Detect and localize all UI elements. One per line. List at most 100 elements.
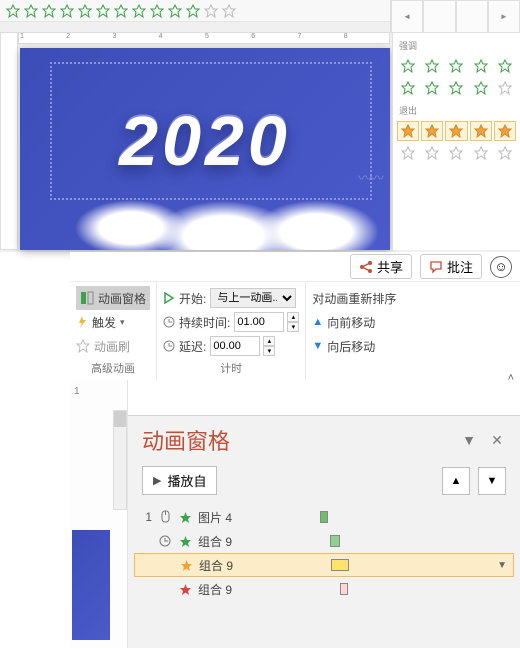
spin-up[interactable]: ▴	[263, 336, 275, 346]
effect-star-icon	[178, 535, 192, 548]
duration-input[interactable]	[234, 312, 284, 332]
effect-icon[interactable]	[6, 4, 20, 18]
gallery-tab[interactable]	[423, 0, 455, 33]
item-name: 组合 9	[198, 533, 232, 550]
effect-icon[interactable]	[114, 4, 128, 18]
comment-label: 批注	[447, 257, 473, 276]
play-icon	[163, 292, 175, 304]
ribbon-groups: 动画窗格 触发 ▾ 动画刷 高级动画 开始: 与上一动画...	[70, 282, 520, 384]
gallery-prev[interactable]: ◄	[391, 0, 423, 33]
play-from-button[interactable]: ▶ 播放自	[142, 466, 217, 495]
animation-item[interactable]: 组合 9	[134, 577, 514, 601]
effect-thumb[interactable]	[397, 78, 419, 98]
move-later-button[interactable]: ▼ 向后移动	[312, 334, 514, 358]
effect-thumb[interactable]	[421, 78, 443, 98]
pane-menu-icon[interactable]: ▼	[460, 431, 478, 449]
slide-thumbnail[interactable]	[72, 530, 110, 640]
item-name: 组合 9	[198, 581, 232, 598]
slide-canvas[interactable]: 2020 〰〰	[20, 48, 390, 250]
effect-thumb[interactable]	[494, 56, 516, 76]
animation-painter-button[interactable]: 动画刷	[76, 334, 150, 358]
animation-item[interactable]: 1图片 4	[134, 505, 514, 529]
spin-down[interactable]: ▾	[287, 322, 299, 332]
scrollbar-thumb[interactable]	[114, 411, 126, 427]
timing-bar[interactable]	[331, 559, 349, 571]
animation-item[interactable]: 组合 9▼	[134, 553, 514, 577]
share-bar: 共享 批注 ☺	[70, 252, 520, 282]
effect-thumb[interactable]	[470, 143, 492, 163]
slide-zigzag-decoration: 〰〰	[358, 168, 382, 188]
animation-pane-button[interactable]: 动画窗格	[76, 286, 150, 310]
effect-icon[interactable]	[186, 4, 200, 18]
clock-icon	[163, 340, 175, 352]
timing-bar[interactable]	[340, 583, 348, 595]
duration-label: 持续时间:	[179, 314, 230, 331]
effect-thumb[interactable]	[494, 143, 516, 163]
effect-star-icon	[178, 583, 192, 596]
move-down-button[interactable]: ▼	[478, 467, 506, 495]
effect-thumb[interactable]	[470, 56, 492, 76]
effect-icon[interactable]	[204, 4, 218, 18]
item-number: 1	[140, 510, 152, 524]
delay-label: 延迟:	[179, 338, 206, 355]
editor-top: ◄ ► 12345678 2020 〰〰 强调 退出	[0, 0, 520, 252]
close-icon[interactable]: ✕	[488, 431, 506, 449]
start-label: 开始:	[179, 290, 206, 307]
animation-list: 1图片 4 组合 9 组合 9▼ 组合 9	[128, 505, 520, 601]
trigger-button[interactable]: 触发 ▾	[76, 310, 150, 334]
effect-thumb[interactable]	[445, 56, 467, 76]
move-up-button[interactable]: ▲	[442, 467, 470, 495]
effect-star-icon	[178, 511, 192, 524]
clock-icon	[158, 535, 172, 547]
effect-thumb[interactable]	[397, 143, 419, 163]
play-label: 播放自	[167, 471, 206, 490]
gallery-nav: ◄ ►	[390, 0, 520, 33]
feedback-icon[interactable]: ☺	[490, 256, 512, 278]
animation-pane: 动画窗格 ▼ ✕ ▶ 播放自 ▲ ▼ 1图片 4组合 9组合 9▼组合 9	[128, 380, 520, 648]
effect-thumb[interactable]	[445, 121, 467, 141]
effect-thumb[interactable]	[445, 78, 467, 98]
effect-thumb[interactable]	[421, 143, 443, 163]
effect-icon[interactable]	[168, 4, 182, 18]
effects-side-panel: 强调 退出	[392, 33, 520, 250]
effect-icon[interactable]	[150, 4, 164, 18]
move-earlier-button[interactable]: ▲ 向前移动	[312, 310, 514, 334]
effect-thumb[interactable]	[397, 56, 419, 76]
effect-icon[interactable]	[24, 4, 38, 18]
effect-thumb[interactable]	[494, 78, 516, 98]
gallery-tab[interactable]	[456, 0, 488, 33]
effect-thumb[interactable]	[397, 121, 419, 141]
effect-icon[interactable]	[132, 4, 146, 18]
group-label: 高级动画	[76, 358, 150, 380]
slide-thumbnail-strip: 1	[70, 380, 128, 648]
timing-bar[interactable]	[330, 535, 340, 547]
item-menu-icon[interactable]: ▼	[497, 560, 507, 571]
effect-thumb[interactable]	[421, 121, 443, 141]
spin-up[interactable]: ▴	[287, 312, 299, 322]
effect-icon[interactable]	[60, 4, 74, 18]
effect-icon[interactable]	[96, 4, 110, 18]
effect-thumb[interactable]	[470, 121, 492, 141]
effect-icon[interactable]	[78, 4, 92, 18]
scrollbar[interactable]	[113, 410, 127, 510]
effect-icon[interactable]	[222, 4, 236, 18]
share-button[interactable]: 共享	[350, 254, 412, 279]
effects-section-label: 退出	[399, 104, 516, 117]
mouse-icon	[158, 510, 172, 524]
gallery-next[interactable]: ►	[488, 0, 520, 33]
effect-thumb[interactable]	[494, 121, 516, 141]
delay-input[interactable]	[210, 336, 260, 356]
share-label: 共享	[377, 257, 403, 276]
comment-button[interactable]: 批注	[420, 254, 482, 279]
timing-bar[interactable]	[320, 511, 328, 523]
effect-thumb[interactable]	[421, 56, 443, 76]
effect-thumb[interactable]	[445, 143, 467, 163]
animation-item[interactable]: 组合 9	[134, 529, 514, 553]
effects-section-label: 强调	[399, 39, 516, 52]
start-select[interactable]: 与上一动画...	[210, 288, 296, 308]
effect-icon[interactable]	[42, 4, 56, 18]
clock-icon	[163, 316, 175, 328]
effect-thumb[interactable]	[470, 78, 492, 98]
spin-down[interactable]: ▾	[263, 346, 275, 356]
page-number: 1	[70, 380, 127, 403]
